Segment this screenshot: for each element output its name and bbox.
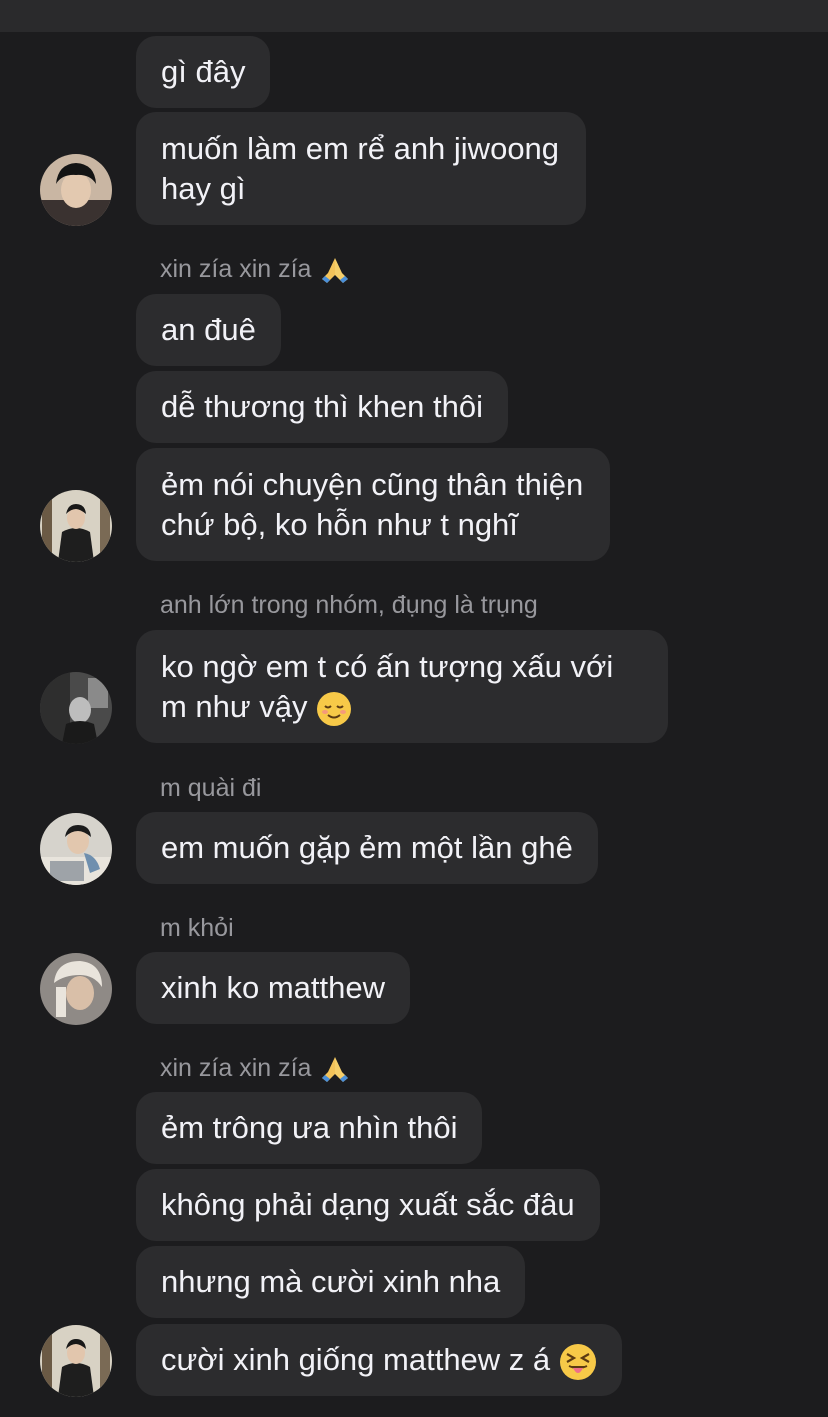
folded-hands-emoji (322, 1057, 349, 1083)
message-text: xinh ko matthew (161, 970, 385, 1005)
message-bubble[interactable]: an đuê (136, 294, 281, 366)
message-text: an đuê (161, 312, 256, 347)
message-text-line: hay gì (161, 171, 246, 206)
message-bubble[interactable]: gì đây (136, 36, 271, 108)
message-bubble[interactable]: nhưng mà cười xinh nha (136, 1246, 526, 1318)
message-text: ẻm trông ưa nhìn thôi (161, 1110, 458, 1145)
message-bubble[interactable]: em muốn gặp ẻm một lần ghê (136, 812, 598, 884)
avatar[interactable] (40, 953, 112, 1025)
message-bubble[interactable]: muốn làm em rể anh jiwoong hay gì (136, 112, 587, 225)
sender-name: anh lớn trong nhóm, đụng là trụng (160, 591, 538, 619)
message-text: gì đây (161, 54, 246, 89)
top-bar (0, 0, 828, 32)
sender-name: m quài đi (160, 774, 262, 802)
relieved-face-emoji (317, 691, 352, 726)
message-text-line: ko ngờ em t có ấn tượng xấu với (161, 649, 614, 684)
message-text-line: ẻm nói chuyện cũng thân thiện (161, 467, 584, 502)
message-text-line: chứ bộ, ko hỗn như t nghĩ (161, 507, 518, 542)
avatar[interactable] (40, 813, 112, 885)
message-text: nhưng mà cười xinh nha (161, 1264, 501, 1299)
message-bubble[interactable]: không phải dạng xuất sắc đâu (136, 1169, 600, 1241)
squinting-tongue-face-emoji (559, 1343, 596, 1380)
message-text-line: m như vậy (161, 687, 643, 727)
message-bubble[interactable]: cười xinh giống matthew z á (136, 1324, 622, 1396)
message-bubble[interactable]: dễ thương thì khen thôi (136, 371, 509, 443)
sender-name: xin zía xin zía (160, 1051, 352, 1085)
avatar[interactable] (40, 154, 112, 226)
avatar[interactable] (40, 672, 112, 744)
message-bubble[interactable]: ẻm trông ưa nhìn thôi (136, 1092, 483, 1164)
sender-name: m khỏi (160, 914, 234, 942)
sender-name: xin zía xin zía (160, 252, 352, 286)
message-text: dễ thương thì khen thôi (161, 389, 484, 424)
folded-hands-emoji (322, 258, 349, 284)
message-text: em muốn gặp ẻm một lần ghê (161, 830, 573, 865)
avatar[interactable] (40, 1325, 112, 1397)
message-bubble[interactable]: ko ngờ em t có ấn tượng xấu với m như vậ… (136, 630, 668, 743)
message-text: cười xinh giống matthew z á (161, 1342, 551, 1377)
message-text: không phải dạng xuất sắc đâu (161, 1187, 575, 1222)
avatar[interactable] (40, 490, 112, 562)
message-bubble[interactable]: ẻm nói chuyện cũng thân thiện chứ bộ, ko… (136, 448, 611, 561)
message-text-line: muốn làm em rể anh jiwoong (161, 131, 560, 166)
message-bubble[interactable]: xinh ko matthew (136, 952, 410, 1024)
